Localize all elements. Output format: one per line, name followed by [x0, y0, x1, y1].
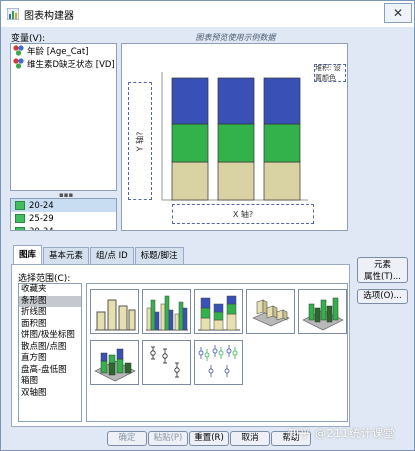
chart-type-favorites[interactable]: 收藏夹: [19, 284, 81, 296]
preview-bar-segment-top: [171, 77, 209, 125]
stacked-bar-icon: [198, 295, 240, 331]
watermark-text: 知乎 @211统计课堂: [288, 427, 395, 440]
chart-type-scatter-dot[interactable]: 散点图/点图: [19, 342, 81, 354]
category-color-swatch: [15, 201, 25, 210]
reset-button[interactable]: 重置(R): [189, 431, 229, 446]
variable-list[interactable]: 年龄 [Age_Cat] 维生素D缺乏状态 [VD]: [10, 43, 117, 191]
chart-builder-window: 图表构建器 ✕ 变量(V): 年龄 [Age_Cat] 维生素D缺乏状态 [VD…: [0, 0, 415, 451]
close-button[interactable]: ✕: [384, 3, 412, 23]
category-list[interactable]: 20-24 25-29 30-34: [10, 198, 117, 231]
category-color-swatch: [15, 227, 25, 230]
gallery-panel: 选择范围(C): 收藏夹 条形图 折线图 面积图 饼图/极坐标图 散点图/点图 …: [11, 264, 350, 427]
category-item[interactable]: 20-24: [11, 199, 116, 212]
chart-type-high-low[interactable]: 盘高-盘低图: [19, 365, 81, 377]
list-splitter-handle[interactable]: ▪▪▪: [59, 192, 73, 199]
preview-bar-segment-bottom: [171, 161, 209, 201]
3d-clustered-bar-thumbnail[interactable]: [298, 289, 347, 334]
tab-gallery[interactable]: 图库: [13, 245, 43, 264]
title-bar: 图表构建器 ✕: [1, 1, 414, 27]
variable-item[interactable]: 年龄 [Age_Cat]: [11, 44, 116, 57]
chart-type-dual-axes[interactable]: 双轴图: [19, 388, 81, 400]
3d-bar-icon: [252, 299, 290, 327]
preview-bar-segment-middle: [217, 123, 255, 163]
stacked-bar-thumbnail[interactable]: [194, 289, 243, 334]
chart-type-list[interactable]: 收藏夹 条形图 折线图 面积图 饼图/极坐标图 散点图/点图 直方图 盘高-盘低…: [18, 283, 82, 422]
legend-drop-zone[interactable]: 堆积: 设置颜色: [314, 64, 346, 82]
simple-error-bar-thumbnail[interactable]: [142, 340, 191, 385]
tab-titles-footnotes[interactable]: 标题/脚注: [134, 247, 184, 264]
3d-clustered-bar-icon: [302, 297, 344, 331]
variable-item[interactable]: 维生素D缺乏状态 [VD]: [11, 57, 116, 70]
chart-type-line[interactable]: 折线图: [19, 307, 81, 319]
options-button[interactable]: 选项(O)...: [357, 289, 408, 304]
chart-builder-icon: [7, 8, 19, 20]
preview-bar-segment-top: [217, 77, 255, 125]
category-item[interactable]: 30-34: [11, 225, 116, 230]
ok-button[interactable]: 确定: [107, 431, 147, 446]
clustered-bar-icon: [146, 295, 188, 331]
chart-preview-canvas[interactable]: 图表预览使用示例数据 Y 轴? 堆积: 设置颜色 X 轴?: [121, 33, 348, 231]
close-icon: ✕: [392, 6, 404, 20]
3d-stacked-bar-thumbnail[interactable]: [90, 340, 139, 385]
clustered-error-bar-thumbnail[interactable]: [194, 340, 243, 385]
paste-button[interactable]: 粘贴(P): [148, 431, 188, 446]
chart-type-histogram[interactable]: 直方图: [19, 353, 81, 365]
preview-bar-segment-bottom: [263, 161, 301, 201]
preview-bar-chart: [161, 72, 308, 201]
variable-label: 年龄 [Age_Cat]: [27, 46, 89, 57]
simple-bar-icon: [95, 299, 136, 331]
cancel-button[interactable]: 取消: [230, 431, 270, 446]
clustered-bar-thumbnail[interactable]: [142, 289, 191, 334]
error-bar-icon: [150, 346, 180, 378]
chart-type-pie-polar[interactable]: 饼图/极坐标图: [19, 330, 81, 342]
nominal-variable-icon: [13, 45, 24, 56]
clustered-error-bar-icon: [198, 345, 238, 377]
nominal-variable-icon: [13, 58, 24, 69]
tab-basic-elements[interactable]: 基本元素: [43, 247, 90, 264]
window-title: 图表构建器: [24, 10, 74, 22]
chart-type-bar[interactable]: 条形图: [19, 295, 81, 307]
preview-bar-segment-middle: [263, 123, 301, 163]
preview-bar-segment-top: [263, 77, 301, 125]
chart-type-boxplot[interactable]: 箱图: [19, 376, 81, 388]
y-axis-drop-zone[interactable]: Y 轴?: [128, 82, 152, 200]
gallery-tabs: 图库 基本元素 组/点 ID 标题/脚注: [13, 245, 184, 264]
variable-label: 维生素D缺乏状态 [VD]: [27, 59, 115, 70]
category-item[interactable]: 25-29: [11, 212, 116, 225]
canvas-caption: 图表预览使用示例数据: [195, 33, 276, 42]
simple-bar-thumbnail[interactable]: [90, 289, 139, 334]
preview-bar-segment-middle: [171, 123, 209, 163]
element-properties-button[interactable]: 元素 属性(T)...: [357, 257, 408, 283]
preview-bar-segment-bottom: [217, 161, 255, 201]
tab-group-point-id[interactable]: 组/点 ID: [90, 247, 134, 264]
3d-stacked-bar-icon: [94, 348, 136, 382]
chart-thumbnail-gallery: [86, 283, 348, 422]
3d-simple-bar-thumbnail[interactable]: [246, 289, 295, 334]
chart-type-area[interactable]: 面积图: [19, 319, 81, 331]
x-axis-drop-zone[interactable]: X 轴?: [172, 204, 314, 224]
category-color-swatch: [15, 214, 25, 223]
